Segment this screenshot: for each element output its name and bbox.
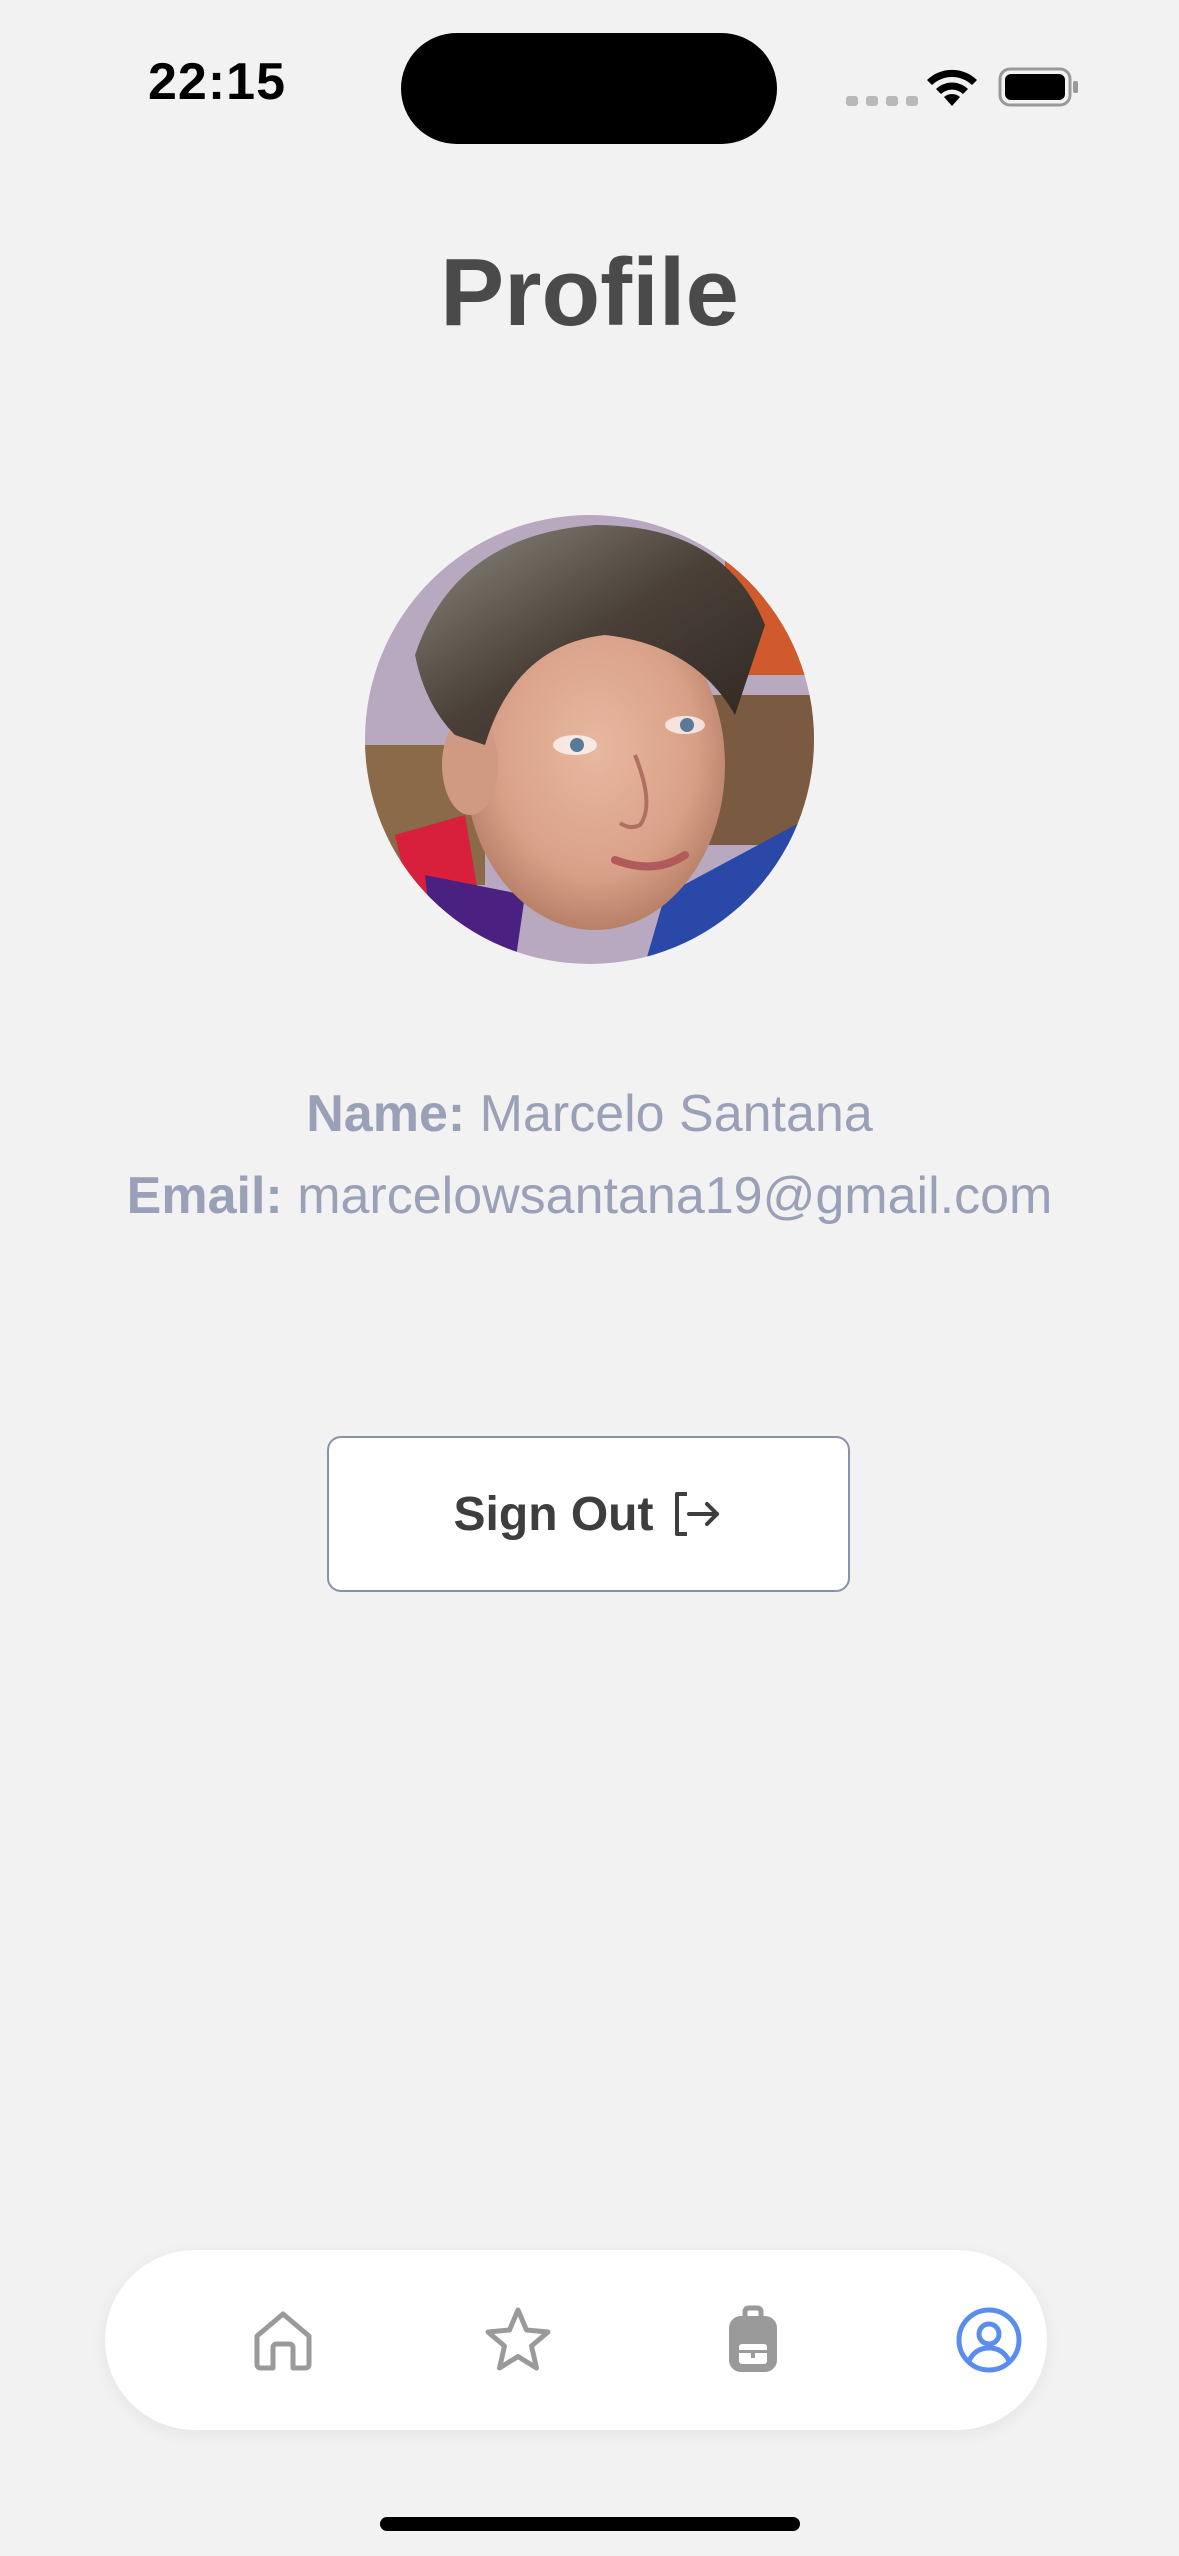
email-label: Email: — [126, 1167, 283, 1225]
sign-out-button[interactable]: Sign Out — [327, 1436, 850, 1592]
status-time: 22:15 — [148, 53, 286, 111]
name-value: Marcelo Santana — [479, 1085, 873, 1143]
logout-icon — [675, 1492, 720, 1536]
avatar — [365, 515, 814, 964]
tab-profile[interactable] — [929, 2250, 1049, 2430]
cellular-signal-icon — [846, 96, 918, 106]
tab-favorites[interactable] — [458, 2250, 578, 2430]
home-indicator[interactable] — [380, 2517, 800, 2531]
tab-bag[interactable] — [693, 2250, 813, 2430]
star-icon — [485, 2307, 551, 2371]
tab-bar — [105, 2250, 1047, 2430]
page-title: Profile — [440, 239, 739, 346]
sign-out-label: Sign Out — [453, 1487, 654, 1541]
email-value: marcelowsantana19@gmail.com — [297, 1167, 1053, 1225]
battery-icon — [998, 67, 1078, 107]
home-icon — [254, 2311, 312, 2371]
user-circle-icon — [956, 2307, 1022, 2373]
name-label: Name: — [306, 1085, 466, 1143]
wifi-icon — [927, 69, 977, 106]
email-row: Email: marcelowsantana19@gmail.com — [0, 1166, 1179, 1226]
backpack-icon — [729, 2305, 777, 2372]
dynamic-island — [401, 33, 777, 144]
tab-home[interactable] — [223, 2250, 343, 2430]
name-row: Name: Marcelo Santana — [0, 1084, 1179, 1144]
